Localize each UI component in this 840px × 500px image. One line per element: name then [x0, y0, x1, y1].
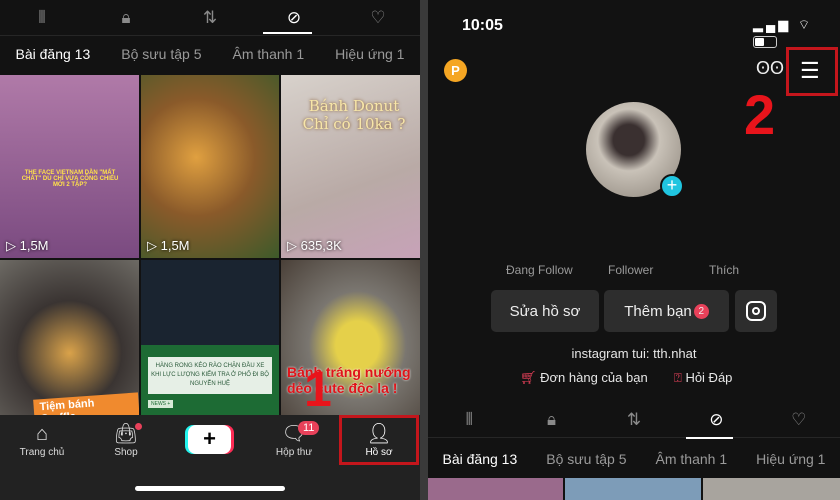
- notification-dot: [135, 423, 142, 430]
- orders-link[interactable]: 🛒︎ Đơn hàng của bạn: [520, 370, 648, 386]
- status-time: 10:05: [462, 17, 503, 34]
- video-thumbnail[interactable]: [428, 478, 563, 500]
- bookmark-tag-icon[interactable]: ⊘: [274, 8, 314, 28]
- add-avatar-plus-icon[interactable]: +: [660, 174, 684, 198]
- home-icon: ⌂: [35, 423, 49, 445]
- grid-icon[interactable]: ⦀: [22, 8, 62, 28]
- step-number-2: 2: [744, 83, 776, 146]
- view-count: ▷ 1,5M: [6, 238, 49, 253]
- icon-tab-bar: ⦀ 🔒︎ ⇅ ⊘ ♡: [428, 402, 840, 438]
- highlight-box: [786, 47, 838, 96]
- left-phone-screen: ⦀ 🔒︎ ⇅ ⊘ ♡ Bài đăng 13 Bộ sưu tập 5 Âm t…: [0, 0, 420, 500]
- video-thumbnail[interactable]: Tiệm bánh Croffle: [0, 260, 139, 415]
- video-thumbnail[interactable]: Bánh tráng nướng dẻo cute độc lạ !: [281, 260, 420, 415]
- liked-heart-icon[interactable]: ♡: [358, 8, 398, 28]
- content-tabs: Bài đăng 13 Bộ sưu tập 5 Âm thanh 1 Hiệu…: [0, 36, 420, 72]
- faq-link[interactable]: ⍰ Hỏi Đáp: [674, 370, 732, 386]
- question-icon: ⍰: [674, 370, 682, 385]
- nav-shop[interactable]: 👜︎ Shop: [91, 421, 161, 458]
- tab-posts[interactable]: Bài đăng 13: [443, 451, 518, 467]
- add-friend-badge: 2: [693, 303, 709, 319]
- instagram-icon: [746, 301, 766, 321]
- following-label[interactable]: Đang Follow: [506, 263, 573, 277]
- view-count: ▷ 1,5M: [147, 238, 190, 253]
- bookmark-tag-icon[interactable]: ⊘: [696, 410, 736, 430]
- followers-label[interactable]: Follower: [608, 263, 653, 277]
- likes-label[interactable]: Thích: [709, 263, 739, 277]
- repost-icon[interactable]: ⇅: [614, 410, 654, 430]
- active-tab-underline: [686, 437, 733, 439]
- tab-collections[interactable]: Bộ sưu tập 5: [121, 46, 201, 62]
- view-count: ▷ 635,3K: [287, 238, 342, 253]
- edit-profile-button[interactable]: Sửa hồ sơ: [491, 290, 599, 332]
- tab-sounds[interactable]: Âm thanh 1: [233, 46, 305, 62]
- icon-tab-bar: ⦀ 🔒︎ ⇅ ⊘ ♡: [0, 0, 420, 36]
- status-icons: ▂▄▆ ⌔: [753, 17, 840, 48]
- shop-bag-icon: 👜︎: [113, 423, 139, 445]
- bio-text: instagram tui: tth.nhat: [571, 346, 697, 361]
- footprint-icon[interactable]: ʘʘ: [756, 58, 784, 79]
- instagram-button[interactable]: [735, 290, 777, 332]
- tab-posts[interactable]: Bài đăng 13: [16, 46, 91, 62]
- tab-effects[interactable]: Hiệu ứng 1: [335, 46, 404, 62]
- tab-collections[interactable]: Bộ sưu tập 5: [546, 451, 626, 467]
- liked-heart-icon[interactable]: ♡: [779, 410, 819, 430]
- video-thumbnail[interactable]: ▷ 1,5M: [141, 75, 279, 258]
- right-phone-screen: 10:05 ▂▄▆ ⌔ P ʘʘ ☰ 2 + Đang Follow Follo…: [428, 0, 840, 500]
- create-plus-button[interactable]: +: [188, 425, 231, 454]
- home-indicator: [135, 486, 285, 491]
- cart-icon: 🛒︎: [520, 370, 537, 385]
- step-number-1: 1: [304, 361, 332, 417]
- lock-icon[interactable]: 🔒︎: [532, 410, 572, 430]
- tab-sounds[interactable]: Âm thanh 1: [656, 451, 728, 467]
- video-thumbnail[interactable]: THE FACE VIETNAM DẦN "MẤT CHẤT" DÙ CHỈ V…: [0, 75, 139, 258]
- video-thumbnail[interactable]: HÀNG RONG KÉO RÀO CHẶN ĐẦU XE KHI LỰC LƯ…: [141, 260, 279, 415]
- repost-icon[interactable]: ⇅: [190, 8, 230, 28]
- content-tabs: Bài đăng 13 Bộ sưu tập 5 Âm thanh 1 Hiệu…: [428, 441, 840, 477]
- coin-icon[interactable]: P: [444, 59, 467, 82]
- lock-icon[interactable]: 🔒︎: [106, 8, 146, 28]
- inbox-badge: 11: [298, 421, 320, 435]
- grid-icon[interactable]: ⦀: [449, 410, 489, 430]
- video-thumbnail[interactable]: [703, 478, 840, 500]
- nav-inbox[interactable]: 🗨︎ Hộp thư 11: [259, 421, 329, 458]
- nav-home[interactable]: ⌂ Trang chủ: [7, 421, 77, 458]
- bottom-nav-bar: ⌂ Trang chủ 👜︎ Shop + 🗨︎ Hộp thư 11 👤︎ Hồ sơ: [0, 415, 420, 500]
- tab-effects[interactable]: Hiệu ứng 1: [756, 451, 825, 467]
- highlight-box: [339, 415, 419, 465]
- add-friend-button[interactable]: Thêm bạn 2: [604, 290, 729, 332]
- active-tab-underline: [263, 32, 312, 34]
- video-thumbnail[interactable]: Bánh Donut Chỉ có 10ka ? ▷ 635,3K: [281, 75, 420, 258]
- video-thumbnail[interactable]: [565, 478, 701, 500]
